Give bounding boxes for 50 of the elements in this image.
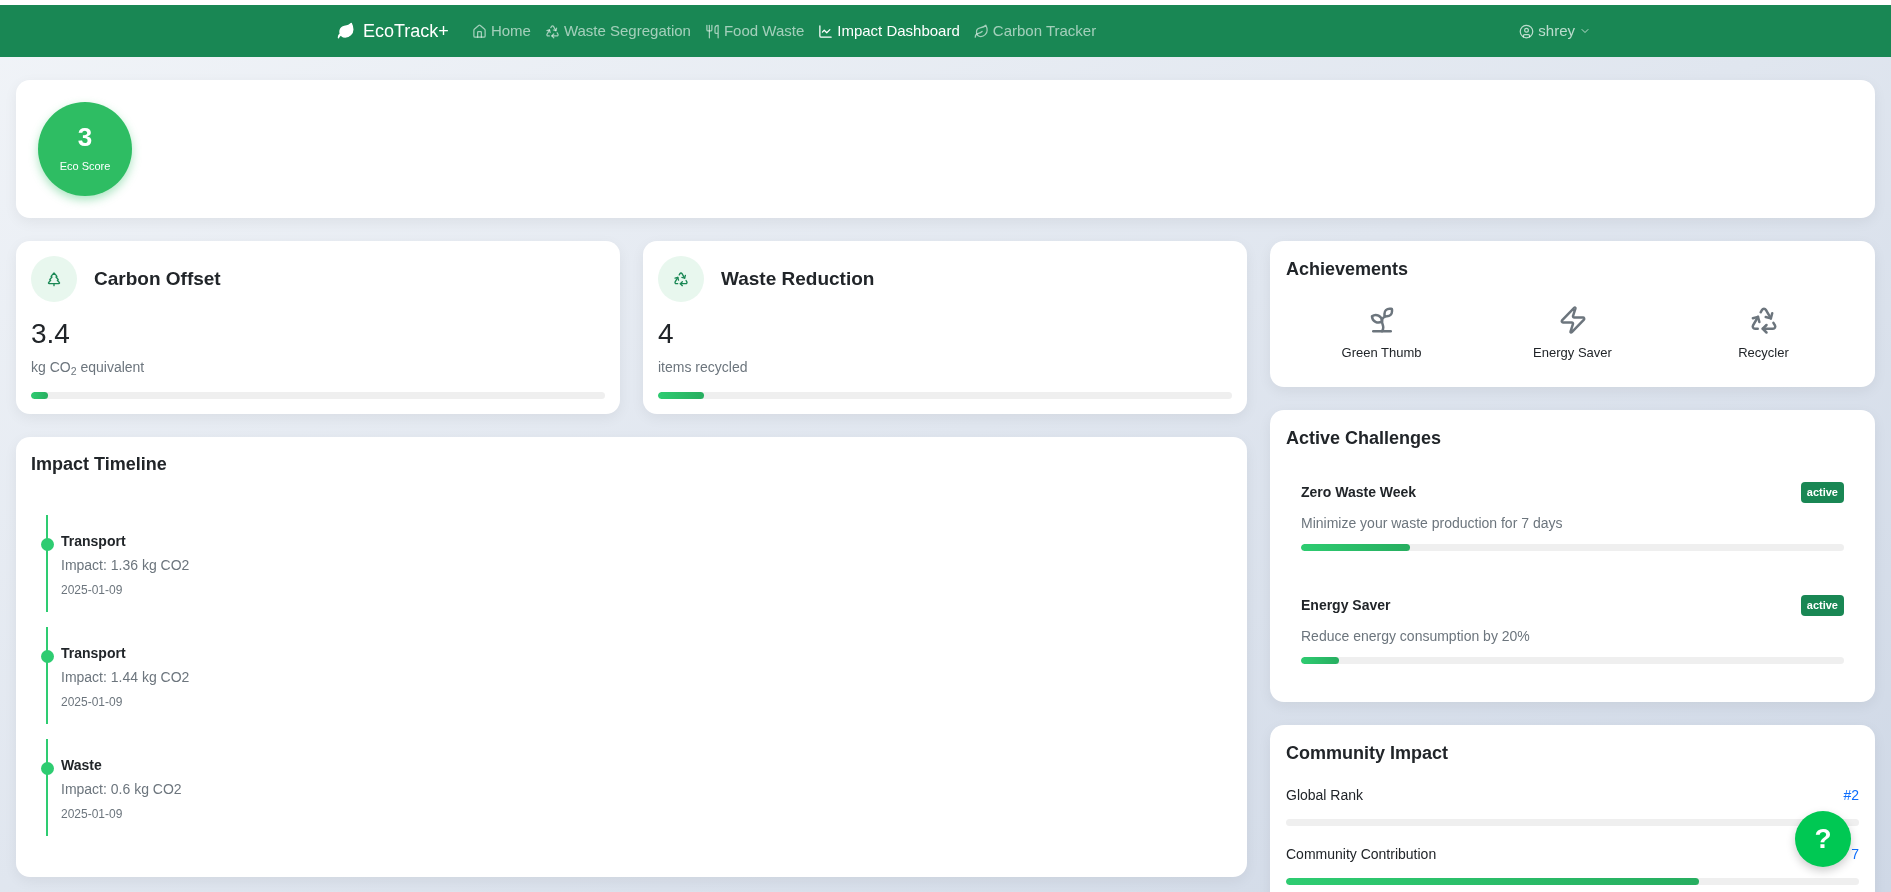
timeline-category: Transport [61, 532, 127, 551]
recycle-icon [673, 271, 689, 287]
brand-link[interactable]: EcoTrack+ [337, 17, 449, 45]
timeline-date: 2025-01-09 [61, 806, 124, 823]
card-title: Achievements [1286, 258, 1410, 281]
card-title: Impact Timeline [31, 453, 168, 476]
community-label: Global Rank [1286, 786, 1364, 805]
stat-unit: items recycled [658, 358, 749, 377]
home-icon [471, 23, 487, 39]
status-badge: active [1800, 482, 1844, 503]
eco-score-badge: 3 Eco Score [38, 102, 132, 196]
user-menu[interactable]: shrey [1519, 19, 1591, 43]
line-chart-icon [818, 23, 834, 39]
community-value: #2 [1843, 786, 1859, 805]
challenge-description: Reduce energy consumption by 20% [1301, 627, 1531, 646]
utensils-icon [704, 23, 720, 39]
achievement-label: Green Thumb [1341, 344, 1422, 362]
achievement-label: Recycler [1738, 344, 1789, 362]
recycle-icon [544, 23, 560, 39]
nav-link[interactable]: Home [464, 19, 538, 43]
timeline-impact: Impact: 0.6 kg CO2 [61, 780, 182, 799]
stat-value: 4 [658, 317, 675, 351]
achievement-label: Energy Saver [1533, 344, 1612, 362]
nav-link[interactable]: Waste Segregation [537, 19, 698, 43]
timeline-date: 2025-01-09 [61, 694, 124, 711]
nav-link[interactable]: Food Waste [697, 19, 812, 43]
community-label: Community Contribution [1286, 845, 1437, 864]
leaf-icon [973, 23, 989, 39]
community-value: 7 [1851, 845, 1859, 864]
stat-unit: kg CO$_{2}$ equivalent [31, 358, 146, 378]
timeline-date: 2025-01-09 [61, 582, 124, 599]
challenge-name: Zero Waste Week [1301, 483, 1417, 502]
stat-title: Carbon Offset [94, 266, 221, 291]
stat-title: Waste Reduction [721, 266, 875, 291]
timeline-impact: Impact: 1.44 kg CO2 [61, 668, 190, 687]
status-badge: active [1800, 595, 1844, 616]
timeline-category: Waste [61, 756, 103, 775]
user-icon [1519, 23, 1535, 39]
stat-value: 3.4 [31, 317, 71, 351]
tree-icon [46, 271, 62, 287]
timeline-impact: Impact: 1.36 kg CO2 [61, 556, 190, 575]
recycle-icon [1748, 305, 1779, 335]
leaf-icon [337, 22, 355, 40]
nav-link[interactable]: Impact Dashboard [811, 19, 967, 43]
challenge-description: Minimize your waste production for 7 days [1301, 514, 1564, 533]
nav-link[interactable]: Carbon Tracker [966, 19, 1104, 43]
challenge-name: Energy Saver [1301, 596, 1391, 615]
card-title: Active Challenges [1286, 427, 1443, 450]
timeline-category: Transport [61, 644, 127, 663]
card-title: Community Impact [1286, 742, 1450, 765]
